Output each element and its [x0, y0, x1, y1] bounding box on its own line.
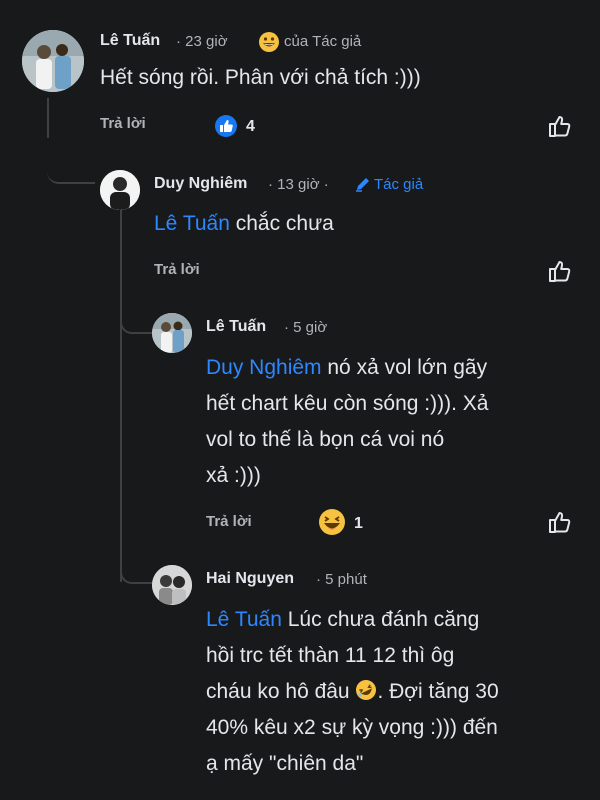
comment-text: ạ mấy "chiên da"	[206, 752, 364, 775]
thread-branch-3	[120, 550, 152, 584]
reply-button[interactable]: Trả lời	[206, 513, 252, 530]
like-reaction-icon[interactable]	[214, 114, 238, 138]
thread-branch-1	[47, 130, 95, 184]
haha-reaction-icon[interactable]	[318, 508, 346, 536]
comment-text: Lúc chưa đánh căng	[281, 608, 480, 631]
thumbs-up-icon[interactable]	[546, 508, 574, 536]
comment-text: . Đợi tăng 30	[377, 680, 499, 703]
comment-time: · 5 giờ	[284, 319, 328, 336]
avatar[interactable]	[152, 565, 192, 605]
comment-author[interactable]: Lê Tuấn	[100, 32, 160, 50]
comment-text: hết chart kêu còn sóng :))). Xả	[206, 392, 489, 415]
comment-text: 40% kêu x2 sự kỳ vọng :))) đến	[206, 716, 498, 739]
reaction-count: 1	[354, 515, 363, 532]
comment-text: hồi trc tết thàn 11 12 thì ôg	[206, 644, 455, 667]
comment-author[interactable]: Duy Nghiêm	[154, 175, 247, 193]
comment-text-line: Lê Tuấn chắc chưa	[154, 212, 334, 236]
comment-text-block: Lê Tuấn Lúc chưa đánh căng hồi trc tết t…	[206, 602, 591, 782]
avatar[interactable]	[22, 30, 84, 92]
mention-link[interactable]: Lê Tuấn	[206, 608, 282, 631]
reaction-count: 4	[246, 118, 255, 135]
grinning-emoji-icon	[258, 31, 280, 53]
rolling-laughing-emoji-icon	[355, 677, 377, 700]
comment-author[interactable]: Hai Nguyen	[206, 570, 294, 588]
pencil-icon	[354, 175, 372, 193]
comment-text-block: Duy Nghiêm nó xả vol lớn gãy hết chart k…	[206, 350, 586, 494]
reply-button[interactable]: Trả lời	[100, 115, 146, 132]
comment-text: nó xả vol lớn gãy	[321, 356, 488, 379]
thread-branch-2	[120, 300, 152, 334]
comment-text: cháu ko hô đâu	[206, 680, 356, 703]
author-badge-label: Tác giả	[374, 176, 424, 193]
avatar[interactable]	[152, 313, 192, 353]
author-badge-label: của Tác giả	[284, 33, 362, 50]
mention-link[interactable]: Lê Tuấn	[154, 212, 230, 235]
mention-link[interactable]: Duy Nghiêm	[206, 356, 322, 379]
thread-line-level2	[120, 210, 122, 582]
comment-text: vol to thế là bọn cá voi nó	[206, 428, 445, 451]
thumbs-up-icon[interactable]	[546, 257, 574, 285]
comment-time: · 23 giờ	[176, 33, 228, 50]
comment-time: · 5 phút	[316, 571, 367, 588]
comment-text: chắc chưa	[229, 212, 334, 235]
avatar[interactable]	[100, 170, 140, 210]
comment-author[interactable]: Lê Tuấn	[206, 318, 266, 336]
reply-button[interactable]: Trả lời	[154, 261, 200, 278]
comment-text: xả :)))	[206, 464, 261, 487]
thumbs-up-icon[interactable]	[546, 112, 574, 140]
comment-text: Hết sóng rồi. Phân với chả tích :)))	[100, 66, 421, 89]
comment-time: · 13 giờ ·	[268, 176, 329, 193]
